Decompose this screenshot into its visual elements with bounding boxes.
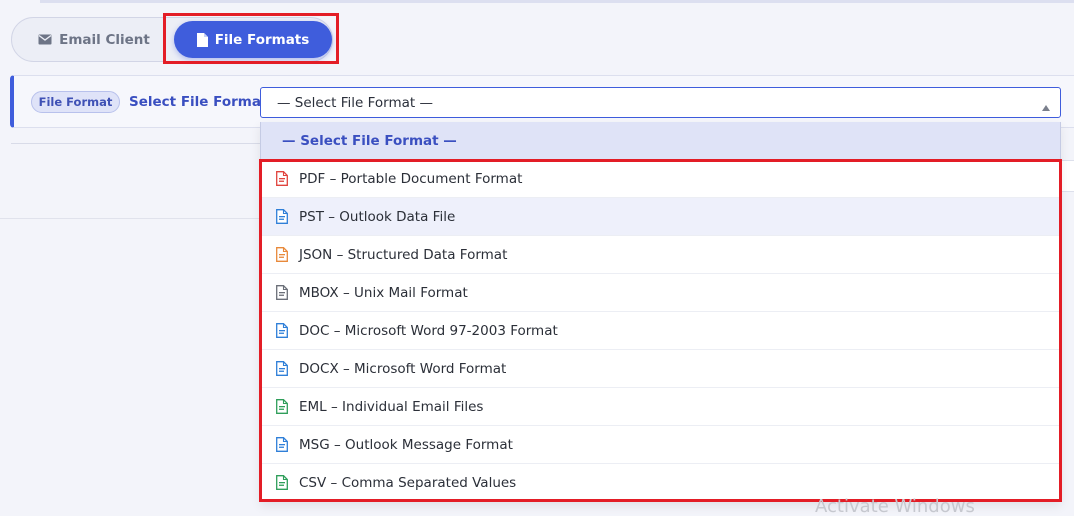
file-format-select[interactable]: — Select File Format —	[260, 87, 1061, 118]
envelope-icon	[38, 34, 52, 45]
divider	[0, 218, 262, 219]
dropdown-placeholder-option[interactable]: — Select File Format —	[261, 122, 1060, 160]
divider	[11, 143, 262, 144]
caret-up-icon	[1042, 99, 1050, 115]
options-highlight-box	[259, 159, 1062, 502]
select-file-format-label: Select File Format:	[129, 94, 273, 110]
background-card	[1060, 160, 1074, 192]
tab-email-client-label: Email Client	[59, 31, 150, 48]
top-divider	[40, 0, 1074, 3]
tab-email-client[interactable]: Email Client	[34, 21, 154, 58]
activate-windows-watermark: Activate Windows	[815, 496, 975, 516]
select-current-value: — Select File Format —	[277, 94, 433, 111]
file-format-badge: File Format	[31, 91, 120, 113]
tab-highlight-box	[163, 13, 339, 64]
